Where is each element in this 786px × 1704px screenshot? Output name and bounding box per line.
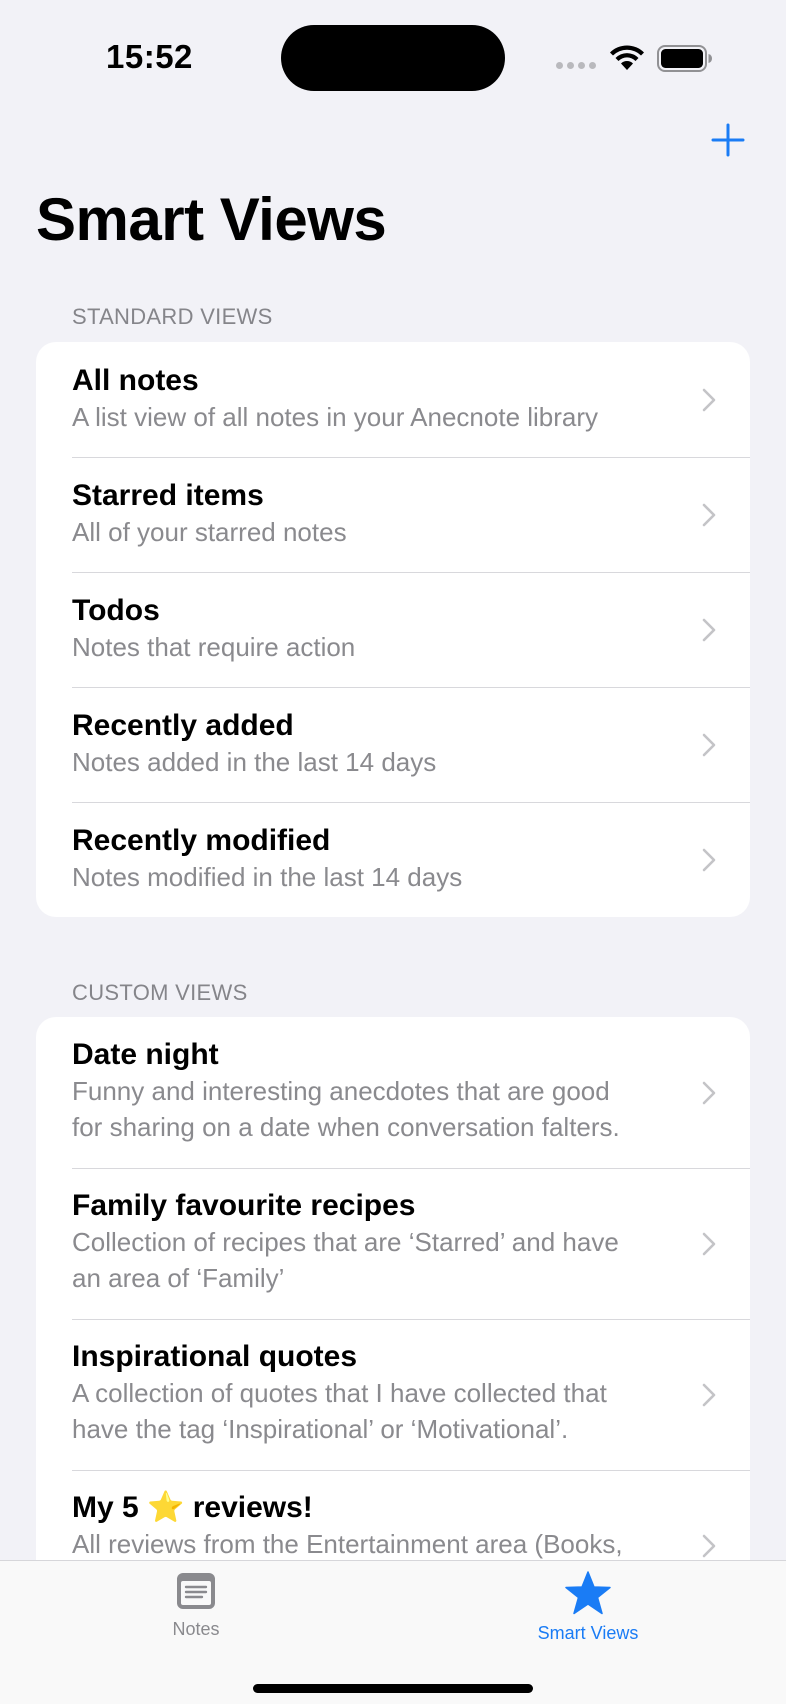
custom-views-header: CUSTOM VIEWS	[72, 980, 248, 1005]
standard-views-list: All notes A list view of all notes in yo…	[36, 342, 750, 917]
list-item-title: Starred items	[72, 479, 264, 512]
status-bar: 15:52	[0, 0, 786, 110]
list-item-subtitle: Notes modified in the last 14 days	[72, 862, 463, 892]
list-item-subtitle: Notes added in the last 14 days	[72, 747, 437, 777]
list-item-subtitle: A list view of all notes in your Anecnot…	[72, 402, 599, 432]
dynamic-island	[281, 25, 505, 91]
list-item-subtitle: All reviews from the Entertainment area …	[72, 1529, 623, 1559]
list-item-inspirational-quotes[interactable]: Inspirational quotes A collection of quo…	[36, 1319, 750, 1470]
wifi-icon	[610, 45, 644, 70]
add-button[interactable]	[706, 118, 750, 162]
list-item-title: Recently modified	[72, 824, 331, 857]
page-title: Smart Views	[36, 186, 387, 253]
tab-label: Notes	[172, 1619, 220, 1639]
list-item-title: Inspirational quotes	[72, 1340, 358, 1373]
tab-label: Smart Views	[537, 1623, 639, 1643]
cellular-signal-icon	[556, 62, 596, 69]
chevron-right-icon	[702, 733, 716, 756]
tab-smart-views[interactable]: Smart Views	[488, 1571, 688, 1661]
list-item-title: Family favourite recipes	[72, 1189, 416, 1222]
list-item-title: Date night	[72, 1038, 219, 1071]
chevron-right-icon	[702, 618, 716, 641]
home-indicator	[253, 1684, 533, 1693]
list-item-subtitle: an area of ‘Family’	[72, 1263, 285, 1293]
star-icon	[565, 1571, 611, 1615]
tab-notes[interactable]: Notes	[96, 1571, 296, 1661]
plus-icon	[711, 123, 745, 157]
chevron-right-icon	[702, 1534, 716, 1557]
list-item-subtitle: have the tag ‘Inspirational’ or ‘Motivat…	[72, 1414, 569, 1444]
chevron-right-icon	[702, 1081, 716, 1104]
tab-bar: Notes Smart Views	[0, 1560, 786, 1704]
list-item-subtitle: for sharing on a date when conversation …	[72, 1112, 620, 1142]
list-item-title: My 5 ⭐ reviews!	[72, 1491, 313, 1524]
chevron-right-icon	[702, 1383, 716, 1406]
list-item-subtitle: All of your starred notes	[72, 517, 347, 547]
standard-views-header: STANDARD VIEWS	[72, 304, 273, 329]
chevron-right-icon	[702, 1232, 716, 1255]
list-item-date-night[interactable]: Date night Funny and interesting anecdot…	[36, 1017, 750, 1168]
chevron-right-icon	[702, 848, 716, 871]
notes-icon	[177, 1573, 215, 1609]
list-item-subtitle: A collection of quotes that I have colle…	[72, 1378, 607, 1408]
list-item-all-notes[interactable]: All notes A list view of all notes in yo…	[36, 342, 750, 457]
list-item-title: All notes	[72, 364, 199, 397]
list-item-todos[interactable]: Todos Notes that require action	[36, 572, 750, 687]
status-time: 15:52	[106, 38, 193, 75]
list-item-subtitle: Funny and interesting anecdotes that are…	[72, 1076, 610, 1106]
list-item-recently-modified[interactable]: Recently modified Notes modified in the …	[36, 802, 750, 917]
list-item-subtitle: Notes that require action	[72, 632, 356, 662]
list-item-title: Recently added	[72, 709, 294, 742]
custom-views-list: Date night Funny and interesting anecdot…	[36, 1017, 750, 1617]
chevron-right-icon	[702, 503, 716, 526]
list-item-family-favourite-recipes[interactable]: Family favourite recipes Collection of r…	[36, 1168, 750, 1319]
list-item-starred-items[interactable]: Starred items All of your starred notes	[36, 457, 750, 572]
list-item-subtitle: Collection of recipes that are ‘Starred’…	[72, 1227, 619, 1257]
chevron-right-icon	[702, 388, 716, 411]
battery-icon	[657, 45, 712, 72]
list-item-title: Todos	[72, 594, 160, 627]
list-item-recently-added[interactable]: Recently added Notes added in the last 1…	[36, 687, 750, 802]
